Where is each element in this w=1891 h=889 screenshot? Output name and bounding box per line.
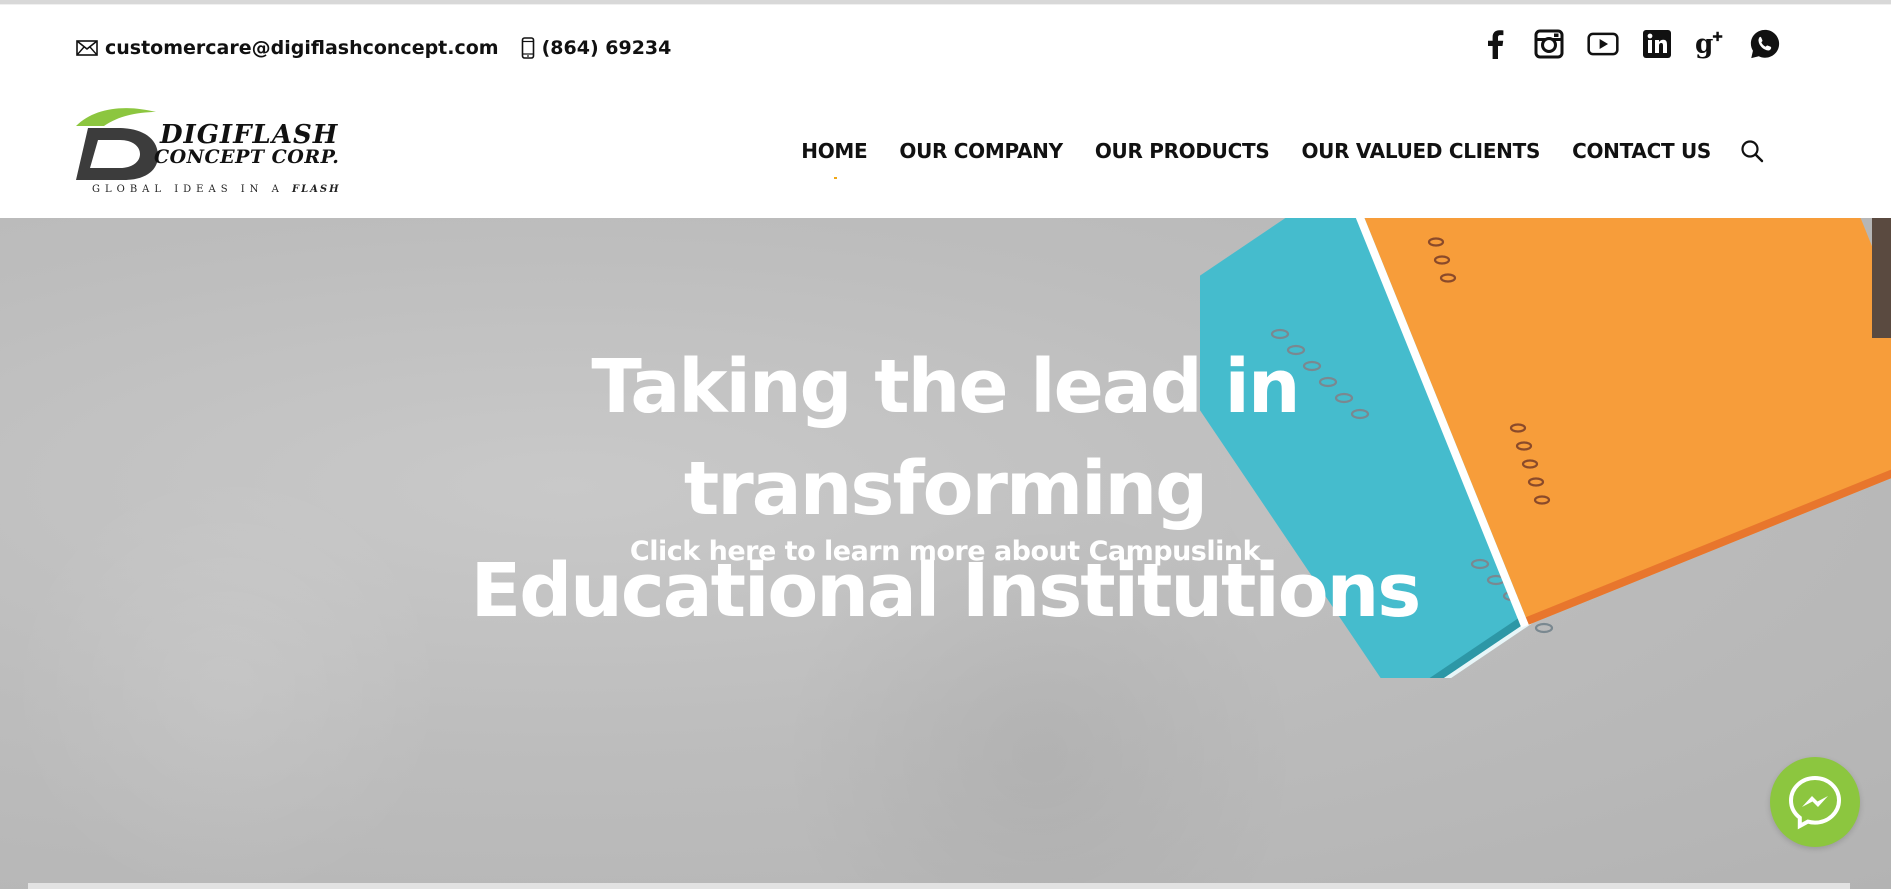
- phone-text: (864) 69234: [541, 37, 672, 59]
- nav-our-company[interactable]: OUR COMPANY: [899, 139, 1063, 163]
- nav-contact-us[interactable]: CONTACT US: [1572, 139, 1711, 163]
- phone-contact[interactable]: (864) 69234: [521, 37, 672, 59]
- facebook-icon[interactable]: [1479, 28, 1511, 60]
- hero-bottom-bar: [28, 883, 1850, 889]
- messenger-icon: [1788, 775, 1842, 830]
- contact-bar: customercare@digiflashconcept.com (864) …: [76, 33, 671, 63]
- nav-our-products[interactable]: OUR PRODUCTS: [1095, 139, 1270, 163]
- email-text: customercare@digiflashconcept.com: [105, 37, 499, 59]
- hero-title: Taking the lead in transforming Education…: [470, 344, 1422, 634]
- envelope-icon: [76, 40, 98, 56]
- google-plus-icon[interactable]: g: [1695, 28, 1727, 60]
- top-border: [0, 0, 1891, 5]
- svg-text:g: g: [1695, 28, 1713, 59]
- hero-banner: Taking the lead in transforming Education…: [0, 218, 1891, 889]
- whatsapp-icon[interactable]: [1749, 28, 1781, 60]
- company-logo[interactable]: DIGIFLASH CONCEPT CORP. GLOBAL IDEAS IN …: [74, 106, 344, 196]
- social-links: g: [1479, 28, 1781, 60]
- main-nav: HOME OUR COMPANY OUR PRODUCTS OUR VALUED…: [801, 138, 1765, 179]
- instagram-icon[interactable]: [1533, 28, 1565, 60]
- search-icon[interactable]: [1739, 138, 1765, 164]
- mobile-phone-icon: [521, 37, 535, 59]
- messenger-button[interactable]: [1770, 757, 1860, 847]
- linkedin-icon[interactable]: [1641, 28, 1673, 60]
- logo-name-line2: CONCEPT CORP.: [154, 146, 340, 168]
- logo-tagline: GLOBAL IDEAS IN A FLASH: [92, 184, 341, 195]
- youtube-icon[interactable]: [1587, 28, 1619, 60]
- nav-our-valued-clients[interactable]: OUR VALUED CLIENTS: [1301, 139, 1540, 163]
- nav-home[interactable]: HOME: [801, 139, 868, 179]
- campuslink-link[interactable]: Click here to learn more about Campuslin…: [340, 536, 1550, 567]
- logo-mark-icon: [76, 108, 158, 180]
- email-contact[interactable]: customercare@digiflashconcept.com: [76, 37, 499, 59]
